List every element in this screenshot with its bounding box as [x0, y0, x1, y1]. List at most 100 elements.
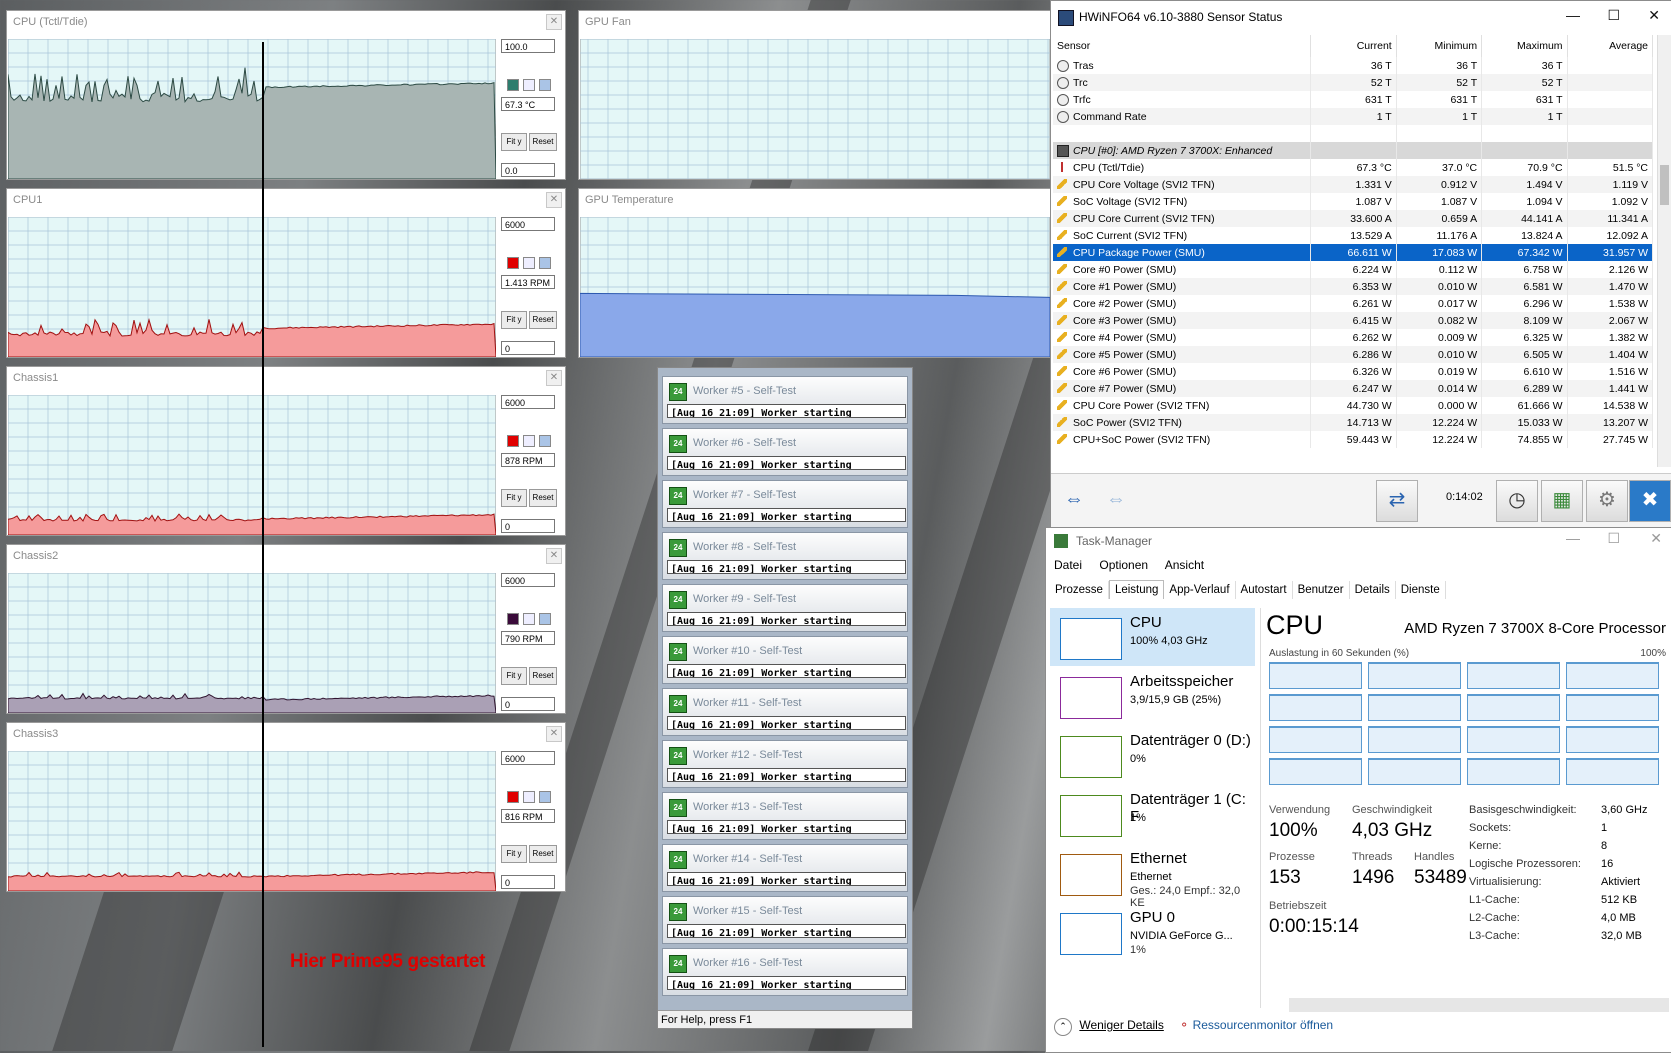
- sensor-row[interactable]: Core #4 Power (SMU) 6.262 W 0.009 W 6.32…: [1053, 329, 1654, 346]
- sensor-graph-window[interactable]: CPU (Tctl/Tdie) ✕ 100.0 67.3 °C Fit y Re…: [6, 10, 566, 180]
- sensor-row[interactable]: CPU Package Power (SMU) 66.611 W 17.083 …: [1053, 244, 1654, 261]
- reset-button[interactable]: Reset: [529, 489, 557, 507]
- close-icon[interactable]: ✕: [546, 14, 562, 30]
- fit-y-button[interactable]: Fit y: [501, 845, 527, 863]
- perf-item[interactable]: Datenträger 0 (D:) 0%: [1050, 726, 1255, 784]
- menu-datei[interactable]: Datei: [1054, 558, 1082, 572]
- sensor-row[interactable]: CPU (Tctl/Tdie) 67.3 °C 37.0 °C 70.9 °C …: [1053, 159, 1654, 176]
- close-icon[interactable]: ✕: [1648, 7, 1660, 24]
- maximize-icon[interactable]: ☐: [1607, 530, 1620, 547]
- sensor-graph-window[interactable]: Chassis2 ✕ 6000 790 RPM Fit y Reset 0: [6, 544, 566, 714]
- color-swatch[interactable]: [523, 613, 535, 625]
- prime95-worker-window[interactable]: 24 Worker #5 - Self-Test [Aug 16 21:09] …: [662, 376, 908, 424]
- gpu-graph-window[interactable]: GPU Temperature: [578, 188, 1051, 358]
- prime95-worker-window[interactable]: 24 Worker #11 - Self-Test [Aug 16 21:09]…: [662, 688, 908, 736]
- nav-arrows-icon[interactable]: ⇔: [1055, 480, 1093, 520]
- sensor-row[interactable]: Tras 36 T 36 T 36 T: [1053, 57, 1654, 74]
- prime95-worker-window[interactable]: 24 Worker #7 - Self-Test [Aug 16 21:09] …: [662, 480, 908, 528]
- prime95-window[interactable]: 24 Worker #5 - Self-Test [Aug 16 21:09] …: [657, 367, 913, 1029]
- color-swatch[interactable]: [523, 79, 535, 91]
- color-swatch[interactable]: [507, 435, 519, 447]
- color-swatch[interactable]: [539, 791, 551, 803]
- prime95-worker-window[interactable]: 24 Worker #13 - Self-Test [Aug 16 21:09]…: [662, 792, 908, 840]
- network-icon[interactable]: ⇄: [1376, 480, 1418, 522]
- close-icon[interactable]: ✕: [546, 192, 562, 208]
- sensor-graph-window[interactable]: CPU1 ✕ 6000 1.413 RPM Fit y Reset 0: [6, 188, 566, 358]
- report-icon[interactable]: ▦: [1541, 480, 1583, 522]
- sensor-row[interactable]: Command Rate 1 T 1 T 1 T: [1053, 108, 1654, 125]
- hwinfo-scroll-thumb[interactable]: [1660, 165, 1669, 205]
- color-swatch[interactable]: [539, 613, 551, 625]
- column-current[interactable]: Current: [1310, 35, 1397, 57]
- graph-min-field[interactable]: 0.0: [501, 163, 555, 177]
- prime95-worker-window[interactable]: 24 Worker #15 - Self-Test [Aug 16 21:09]…: [662, 896, 908, 944]
- reset-button[interactable]: Reset: [529, 845, 557, 863]
- graph-max-field[interactable]: 6000: [501, 395, 555, 409]
- prime95-worker-window[interactable]: 24 Worker #10 - Self-Test [Aug 16 21:09]…: [662, 636, 908, 684]
- perf-item[interactable]: CPU 100% 4,03 GHz: [1050, 608, 1255, 666]
- tab-dienste[interactable]: Dienste: [1396, 581, 1446, 599]
- reset-button[interactable]: Reset: [529, 133, 557, 151]
- sensor-graph-window[interactable]: Chassis3 ✕ 6000 816 RPM Fit y Reset 0: [6, 722, 566, 892]
- color-swatch[interactable]: [539, 257, 551, 269]
- color-swatch[interactable]: [507, 257, 519, 269]
- color-swatch[interactable]: [507, 791, 519, 803]
- color-swatch[interactable]: [507, 79, 519, 91]
- close-icon[interactable]: ✕: [546, 370, 562, 386]
- sensor-row[interactable]: CPU Core Voltage (SVI2 TFN) 1.331 V 0.91…: [1053, 176, 1654, 193]
- taskmanager-window[interactable]: Task-Manager — ☐ ✕ Datei Optionen Ansich…: [1045, 527, 1671, 1053]
- sensor-row[interactable]: SoC Power (SVI2 TFN) 14.713 W 12.224 W 1…: [1053, 414, 1654, 431]
- fewer-details-link[interactable]: Weniger Details: [1079, 1018, 1163, 1032]
- prime95-worker-window[interactable]: 24 Worker #16 - Self-Test [Aug 16 21:09]…: [662, 948, 908, 996]
- nav-arrows-alt-icon[interactable]: ⇔: [1097, 480, 1135, 520]
- graph-min-field[interactable]: 0: [501, 341, 555, 355]
- column-sensor[interactable]: Sensor: [1053, 35, 1312, 57]
- horizontal-scrollbar[interactable]: [1289, 998, 1669, 1012]
- close-sensors-icon[interactable]: ✖: [1629, 480, 1671, 522]
- fit-y-button[interactable]: Fit y: [501, 489, 527, 507]
- sensor-row[interactable]: [1053, 125, 1654, 142]
- close-icon[interactable]: ✕: [546, 726, 562, 742]
- hwinfo-scrollbar[interactable]: [1657, 35, 1671, 467]
- fit-y-button[interactable]: Fit y: [501, 667, 527, 685]
- graph-min-field[interactable]: 0: [501, 697, 555, 711]
- sensor-row[interactable]: CPU Core Current (SVI2 TFN) 33.600 A 0.6…: [1053, 210, 1654, 227]
- tab-benutzer[interactable]: Benutzer: [1293, 581, 1350, 599]
- graph-max-field[interactable]: 6000: [501, 573, 555, 587]
- reset-button[interactable]: Reset: [529, 311, 557, 329]
- graph-min-field[interactable]: 0: [501, 875, 555, 889]
- gpu-graph-window[interactable]: GPU Fan: [578, 10, 1051, 180]
- perf-item[interactable]: Datenträger 1 (C: F 1%: [1050, 785, 1255, 843]
- sensor-row[interactable]: Core #3 Power (SMU) 6.415 W 0.082 W 8.10…: [1053, 312, 1654, 329]
- color-swatch[interactable]: [507, 613, 519, 625]
- graph-max-field[interactable]: 6000: [501, 217, 555, 231]
- resource-monitor-link[interactable]: Ressourcenmonitor öffnen: [1193, 1018, 1334, 1032]
- sensor-row[interactable]: CPU+SoC Power (SVI2 TFN) 59.443 W 12.224…: [1053, 431, 1654, 448]
- color-swatch[interactable]: [539, 435, 551, 447]
- fit-y-button[interactable]: Fit y: [501, 133, 527, 151]
- settings-gear-icon[interactable]: ⚙: [1586, 480, 1628, 522]
- maximize-icon[interactable]: ☐: [1607, 7, 1620, 24]
- hwinfo-sensor-window[interactable]: HWiNFO64 v6.10-3880 Sensor Status — ☐ ✕ …: [1050, 0, 1671, 529]
- minimize-icon[interactable]: —: [1566, 7, 1580, 23]
- tab-details[interactable]: Details: [1350, 581, 1396, 599]
- graph-min-field[interactable]: 0: [501, 519, 555, 533]
- chevron-up-icon[interactable]: ⌃: [1054, 1018, 1072, 1036]
- sensor-row[interactable]: Core #7 Power (SMU) 6.247 W 0.014 W 6.28…: [1053, 380, 1654, 397]
- prime95-worker-window[interactable]: 24 Worker #6 - Self-Test [Aug 16 21:09] …: [662, 428, 908, 476]
- tab-app-verlauf[interactable]: App-Verlauf: [1164, 581, 1236, 599]
- color-swatch[interactable]: [523, 257, 535, 269]
- sensor-graph-window[interactable]: Chassis1 ✕ 6000 878 RPM Fit y Reset 0: [6, 366, 566, 536]
- tab-prozesse[interactable]: Prozesse: [1050, 581, 1109, 599]
- sensor-row[interactable]: Core #6 Power (SMU) 6.326 W 0.019 W 6.61…: [1053, 363, 1654, 380]
- sensor-row[interactable]: SoC Current (SVI2 TFN) 13.529 A 11.176 A…: [1053, 227, 1654, 244]
- graph-max-field[interactable]: 6000: [501, 751, 555, 765]
- sensor-row[interactable]: Core #5 Power (SMU) 6.286 W 0.010 W 6.50…: [1053, 346, 1654, 363]
- color-swatch[interactable]: [523, 435, 535, 447]
- prime95-worker-window[interactable]: 24 Worker #14 - Self-Test [Aug 16 21:09]…: [662, 844, 908, 892]
- perf-item[interactable]: Arbeitsspeicher 3,9/15,9 GB (25%): [1050, 667, 1255, 725]
- color-swatch[interactable]: [539, 79, 551, 91]
- column-minimum[interactable]: Minimum: [1396, 35, 1483, 57]
- reset-button[interactable]: Reset: [529, 667, 557, 685]
- clock-icon[interactable]: ◷: [1496, 480, 1538, 522]
